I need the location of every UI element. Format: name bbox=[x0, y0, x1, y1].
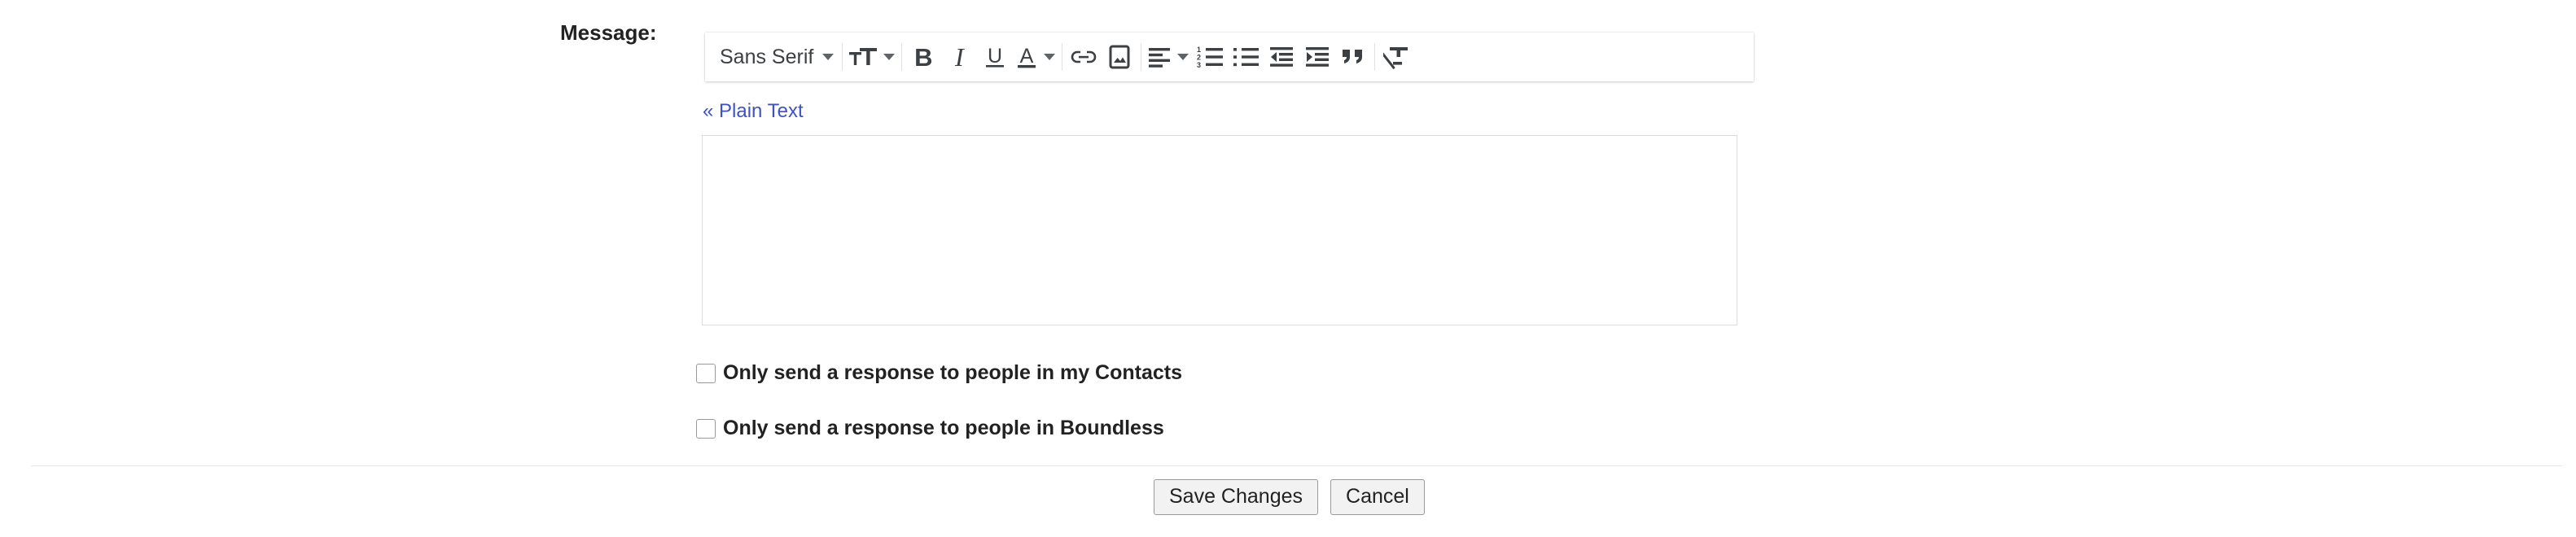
svg-text:2: 2 bbox=[1197, 54, 1201, 62]
footer-divider bbox=[31, 465, 2562, 466]
cancel-button[interactable]: Cancel bbox=[1330, 479, 1425, 515]
boundless-checkbox[interactable] bbox=[696, 418, 716, 439]
chevron-down-icon bbox=[1177, 54, 1189, 60]
chevron-down-icon bbox=[1044, 54, 1056, 60]
insert-image-button[interactable] bbox=[1102, 38, 1137, 76]
italic-icon: I bbox=[955, 42, 964, 72]
underline-button[interactable]: U bbox=[977, 38, 1013, 76]
boundless-checkbox-row[interactable]: Only send a response to people in Boundl… bbox=[696, 418, 1164, 439]
form-action-bar: Save Changes Cancel bbox=[1154, 479, 1425, 515]
chevron-down-icon bbox=[883, 54, 896, 60]
font-size-button[interactable] bbox=[846, 38, 898, 76]
chevron-down-icon bbox=[822, 54, 835, 60]
quote-icon bbox=[1343, 50, 1363, 63]
svg-text:1: 1 bbox=[1197, 46, 1201, 54]
indent-more-icon bbox=[1306, 47, 1330, 67]
boundless-checkbox-label: Only send a response to people in Boundl… bbox=[723, 417, 1164, 439]
indent-less-icon bbox=[1270, 47, 1294, 67]
remove-formatting-icon bbox=[1383, 47, 1408, 69]
remove-formatting-button[interactable] bbox=[1378, 38, 1414, 76]
save-changes-button[interactable]: Save Changes bbox=[1154, 479, 1319, 515]
indent-less-button[interactable] bbox=[1264, 38, 1299, 76]
insert-link-button[interactable] bbox=[1066, 38, 1102, 76]
svg-text:3: 3 bbox=[1197, 61, 1201, 68]
align-button[interactable] bbox=[1145, 38, 1192, 76]
image-icon bbox=[1109, 45, 1130, 69]
link-icon bbox=[1071, 50, 1097, 63]
toolbar-separator bbox=[901, 43, 903, 71]
contacts-checkbox-row[interactable]: Only send a response to people in my Con… bbox=[696, 363, 1182, 383]
numbered-list-icon: 1 2 3 bbox=[1197, 46, 1224, 68]
toolbar-separator bbox=[842, 43, 843, 71]
bold-button[interactable]: B bbox=[905, 38, 941, 76]
bold-icon: B bbox=[914, 42, 933, 72]
bulleted-list-button[interactable] bbox=[1228, 38, 1264, 76]
svg-text:U: U bbox=[988, 45, 1002, 68]
text-color-button[interactable]: A bbox=[1013, 38, 1058, 76]
underline-icon: U bbox=[986, 45, 1005, 68]
font-size-icon bbox=[849, 48, 878, 65]
font-family-select[interactable]: Sans Serif bbox=[708, 38, 839, 76]
align-left-icon bbox=[1149, 48, 1171, 68]
bulleted-list-icon bbox=[1233, 48, 1260, 67]
svg-text:A: A bbox=[1020, 45, 1034, 68]
italic-button[interactable]: I bbox=[941, 38, 977, 76]
contacts-checkbox-label: Only send a response to people in my Con… bbox=[723, 361, 1183, 384]
indent-more-button[interactable] bbox=[1299, 38, 1335, 76]
toolbar-separator bbox=[1374, 43, 1376, 71]
contacts-checkbox[interactable] bbox=[696, 363, 716, 383]
quote-button[interactable] bbox=[1335, 38, 1371, 76]
rich-text-toolbar: Sans Serif B I U A 1 2 3 bbox=[705, 33, 1754, 81]
text-color-icon: A bbox=[1018, 45, 1036, 68]
message-editor-body[interactable] bbox=[702, 135, 1737, 325]
font-family-value: Sans Serif bbox=[720, 45, 814, 68]
numbered-list-button[interactable]: 1 2 3 bbox=[1192, 38, 1228, 76]
message-label: Message: bbox=[560, 20, 657, 45]
plain-text-link[interactable]: « Plain Text bbox=[703, 102, 804, 121]
